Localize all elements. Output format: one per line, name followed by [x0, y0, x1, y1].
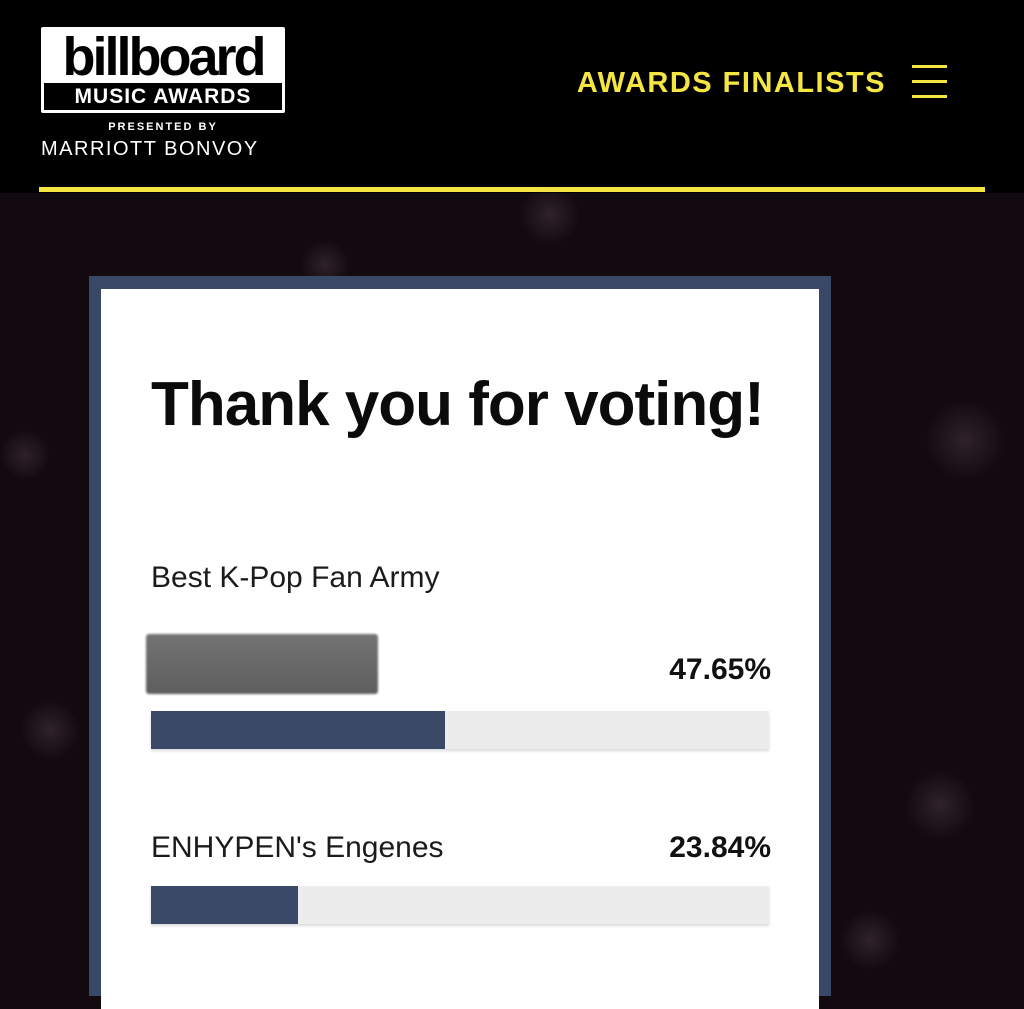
redacted-nominee-name	[146, 634, 378, 694]
background-sparkle	[925, 400, 1005, 480]
billboard-music-awards-logo[interactable]: billboard MUSIC AWARDS	[41, 27, 285, 113]
result-bar-fill	[151, 886, 299, 924]
site-header: billboard MUSIC AWARDS PRESENTED BY MARR…	[0, 0, 1024, 193]
thank-you-heading: Thank you for voting!	[151, 370, 765, 439]
background-sparkle	[0, 430, 50, 480]
result-bar-fill	[151, 711, 446, 749]
menu-line	[912, 80, 947, 83]
category-label: Best K-Pop Fan Army	[151, 561, 440, 594]
awards-finalists-link[interactable]: AWARDS FINALISTS	[560, 64, 886, 102]
nominee-percentage: 23.84%	[669, 831, 771, 864]
vote-results-card: Thank you for voting! Best K-Pop Fan Arm…	[101, 289, 819, 1009]
background-sparkle	[20, 700, 80, 760]
logo-subtitle: MUSIC AWARDS	[74, 85, 252, 108]
background-sparkle	[520, 185, 580, 245]
vote-results-panel: Thank you for voting! Best K-Pop Fan Arm…	[89, 276, 831, 1009]
menu-line	[912, 65, 947, 68]
header-divider	[39, 187, 985, 192]
hamburger-menu-icon[interactable]	[909, 62, 951, 102]
sponsor-logo: MARRIOTT BONVOY	[41, 138, 259, 160]
nominee-name: ENHYPEN's Engenes	[151, 831, 444, 864]
result-bar-track	[151, 711, 769, 749]
background-sparkle	[905, 770, 975, 840]
presented-by-label: PRESENTED BY	[108, 121, 218, 133]
nominee-percentage: 47.65%	[669, 653, 771, 686]
logo-subtitle-bar: MUSIC AWARDS	[44, 83, 282, 110]
menu-line	[912, 95, 947, 98]
background-sparkle	[840, 910, 900, 970]
logo-wordmark: billboard	[62, 27, 267, 87]
result-bar-track	[151, 886, 769, 924]
